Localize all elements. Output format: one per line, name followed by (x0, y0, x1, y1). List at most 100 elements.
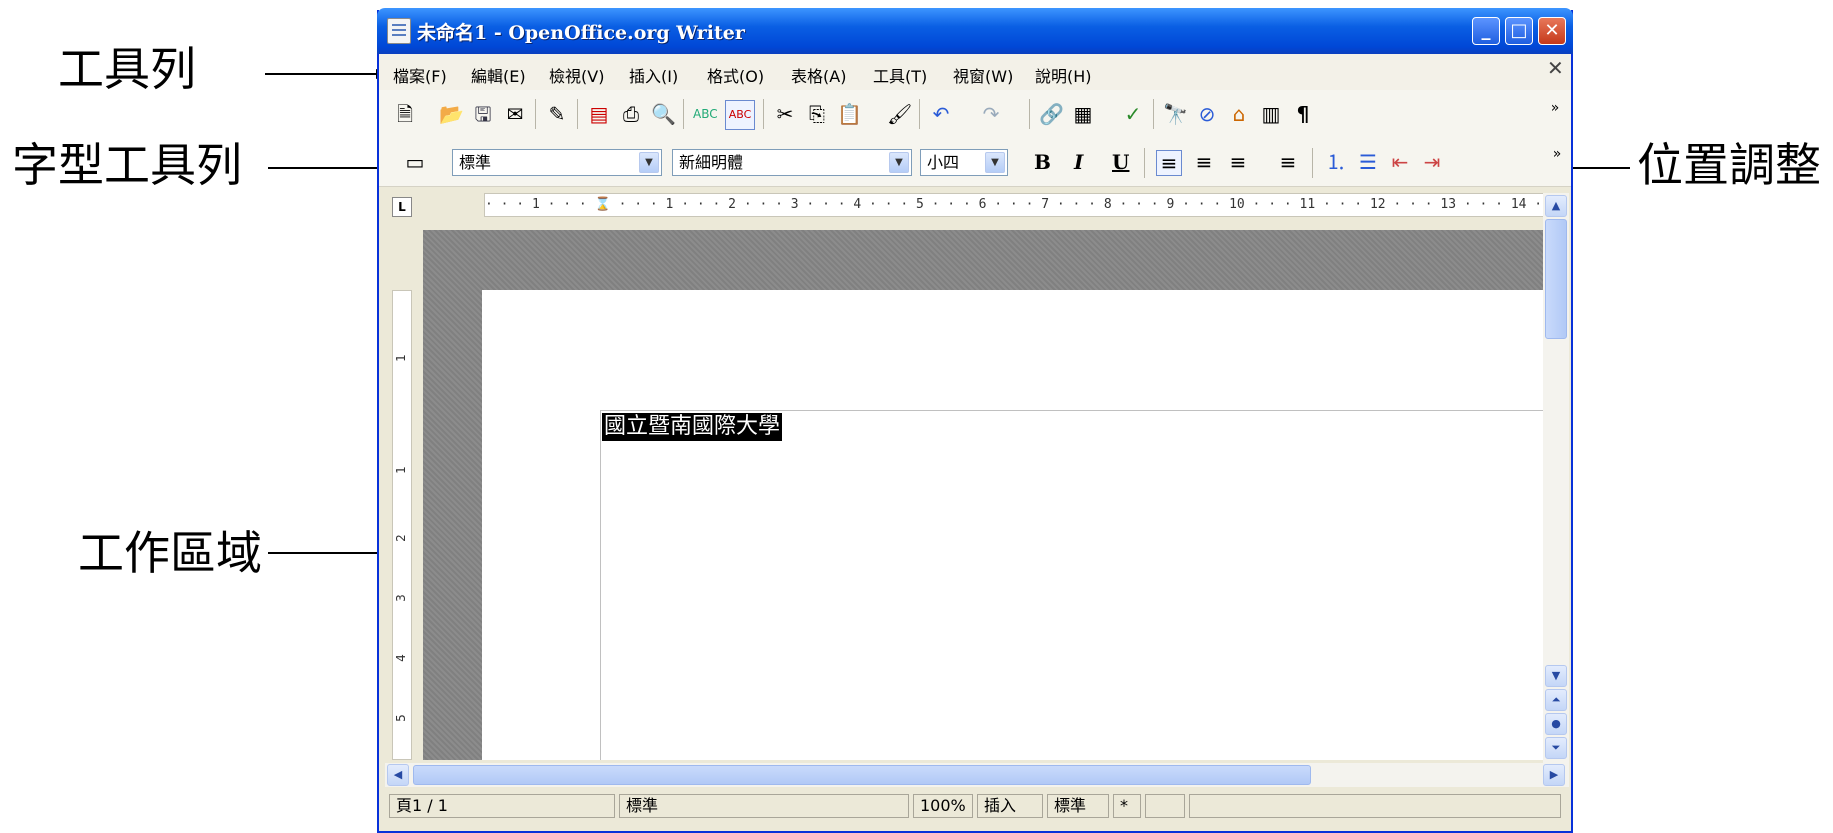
menu-help[interactable]: 說明(H) (1035, 63, 1092, 87)
paste-icon[interactable]: 📋 (837, 102, 862, 126)
numbering-icon[interactable]: ⒈ (1324, 150, 1348, 174)
format-paintbrush-icon[interactable]: 🖌 (887, 102, 912, 126)
new-document-icon[interactable]: 🗎 (393, 102, 417, 126)
export-pdf-icon[interactable]: ▤ (587, 102, 611, 126)
next-page-icon[interactable]: ⏷ (1545, 737, 1567, 759)
menu-tools[interactable]: 工具(T) (873, 63, 927, 87)
tab-type-corner[interactable]: L (392, 197, 412, 217)
increase-indent-icon[interactable]: ⇥ (1420, 150, 1444, 174)
maximize-button[interactable]: □ (1505, 17, 1533, 45)
redo-icon[interactable]: ↷ (979, 102, 1003, 126)
vertical-ruler[interactable]: 1 1 2 3 4 5 (392, 290, 412, 760)
vertical-scrollbar[interactable]: ▲ ▼ ⏶ ● ⏷ (1543, 193, 1569, 763)
toolbar-separator (535, 99, 536, 129)
writer-doc-icon (387, 18, 411, 44)
paragraph-style-combo[interactable]: 標準 ▼ (452, 149, 662, 176)
navigator-icon[interactable]: ⊘ (1195, 102, 1219, 126)
decrease-indent-icon[interactable]: ⇤ (1388, 150, 1412, 174)
toolbar-separator (1312, 148, 1313, 178)
autospellcheck-icon[interactable]: ABC (725, 100, 755, 130)
horizontal-ruler[interactable]: · · · 1 · · · ⌛ · · · 1 · · · 2 · · · 3 … (484, 193, 1548, 217)
open-folder-icon[interactable]: 📂 (439, 102, 464, 126)
horizontal-scrollbar[interactable]: ◀ ▶ (385, 763, 1569, 787)
align-center-icon[interactable]: ≡ (1192, 150, 1216, 174)
title-bar[interactable]: 未命名1 - OpenOffice.org Writer _ □ ✕ (377, 8, 1573, 54)
align-right-icon[interactable]: ≡ (1226, 150, 1250, 174)
hyperlink-icon[interactable]: 🔗 (1039, 102, 1064, 126)
toolbar-separator (763, 99, 764, 129)
status-modified: * (1113, 794, 1141, 818)
save-icon[interactable]: 🖫 (471, 102, 495, 126)
status-bar: 頁1 / 1 標準 100% 插入 標準 * (381, 790, 1569, 822)
formatting-marks-icon[interactable]: ¶ (1291, 102, 1315, 126)
close-button[interactable]: ✕ (1538, 17, 1566, 45)
status-zoom[interactable]: 100% (913, 794, 973, 818)
annotation-workspace: 工作區域 (78, 526, 262, 580)
font-name-combo[interactable]: 新細明體 ▼ (672, 149, 912, 176)
toolbar-overflow-icon[interactable]: » (1543, 96, 1567, 120)
minimize-button[interactable]: _ (1472, 17, 1500, 45)
close-document-icon[interactable]: ✕ (1547, 56, 1564, 80)
scroll-left-icon[interactable]: ◀ (387, 764, 409, 786)
vertical-scroll-thumb[interactable] (1545, 219, 1567, 339)
window-title: 未命名1 - OpenOffice.org Writer (417, 22, 745, 44)
chevron-down-icon[interactable]: ▼ (889, 152, 909, 173)
selected-text[interactable]: 國立暨南國際大學 (602, 413, 783, 441)
find-replace-icon[interactable]: 🔭 (1163, 102, 1188, 126)
email-icon[interactable]: ✉ (503, 102, 527, 126)
status-selection-mode[interactable]: 標準 (1047, 794, 1109, 818)
menu-table[interactable]: 表格(A) (791, 63, 846, 87)
spellcheck-icon[interactable]: ABC (693, 102, 718, 126)
document-page[interactable] (482, 290, 1543, 760)
menu-format[interactable]: 格式(O) (707, 63, 764, 87)
status-page: 頁1 / 1 (389, 794, 615, 818)
menu-view[interactable]: 檢視(V) (549, 63, 604, 87)
menu-file[interactable]: 檔案(F) (393, 63, 447, 87)
scroll-right-icon[interactable]: ▶ (1543, 764, 1565, 786)
ruler-mark: 3 (393, 594, 408, 602)
chevron-down-icon[interactable]: ▼ (639, 152, 659, 173)
menu-edit[interactable]: 編輯(E) (471, 63, 526, 87)
toolbar-separator (1029, 99, 1030, 129)
paragraph-style-value: 標準 (459, 153, 492, 172)
undo-icon[interactable]: ↶ (929, 102, 953, 126)
annotation-alignment: 位置調整 (1637, 138, 1821, 192)
print-icon[interactable]: ⎙ (619, 102, 643, 126)
previous-page-icon[interactable]: ⏶ (1545, 689, 1567, 711)
underline-button[interactable]: U (1112, 150, 1129, 174)
standard-toolbar: 🗎 📂 🖫 ✉ ✎ ▤ ⎙ 🔍 ABC ABC ✂ ⎘ 📋 🖌 ↶ ↷ 🔗 ▦ … (379, 90, 1571, 139)
copy-icon[interactable]: ⎘ (805, 102, 829, 126)
status-style: 標準 (619, 794, 909, 818)
font-size-combo[interactable]: 小四 ▼ (920, 149, 1008, 176)
italic-button[interactable]: I (1074, 150, 1083, 174)
chevron-down-icon[interactable]: ▼ (985, 152, 1005, 173)
show-draw-functions-icon[interactable]: ✓ (1121, 102, 1145, 126)
ruler-mark: 2 (393, 534, 408, 542)
align-left-icon[interactable]: ≡ (1156, 150, 1182, 176)
bullets-icon[interactable]: ☰ (1356, 150, 1380, 174)
ruler-mark: 4 (393, 654, 408, 662)
text-boundary-left (600, 410, 601, 760)
bold-button[interactable]: B (1034, 150, 1051, 174)
toolbar-overflow-icon[interactable]: » (1545, 142, 1569, 166)
gallery-icon[interactable]: ⌂ (1227, 102, 1251, 126)
toolbar-separator (1144, 148, 1145, 178)
ruler-mark: 5 (393, 714, 408, 722)
edit-file-icon[interactable]: ✎ (545, 102, 569, 126)
status-info (1189, 794, 1561, 818)
styles-formatting-icon[interactable]: ▭ (403, 150, 427, 174)
scroll-up-icon[interactable]: ▲ (1545, 195, 1567, 217)
status-insert-mode[interactable]: 插入 (977, 794, 1043, 818)
menu-window[interactable]: 視窗(W) (953, 63, 1013, 87)
scroll-down-icon[interactable]: ▼ (1545, 665, 1567, 687)
data-sources-icon[interactable]: ▥ (1259, 102, 1283, 126)
justify-icon[interactable]: ≡ (1276, 150, 1300, 174)
cut-icon[interactable]: ✂ (773, 102, 797, 126)
ruler-scale: · · · 1 · · · ⌛ · · · 1 · · · 2 · · · 3 … (485, 197, 1548, 212)
horizontal-scroll-thumb[interactable] (413, 765, 1311, 785)
ruler-mark: 1 (393, 466, 408, 474)
print-preview-icon[interactable]: 🔍 (651, 102, 676, 126)
navigation-icon[interactable]: ● (1545, 713, 1567, 735)
table-icon[interactable]: ▦ (1071, 102, 1095, 126)
menu-insert[interactable]: 插入(I) (629, 63, 678, 87)
